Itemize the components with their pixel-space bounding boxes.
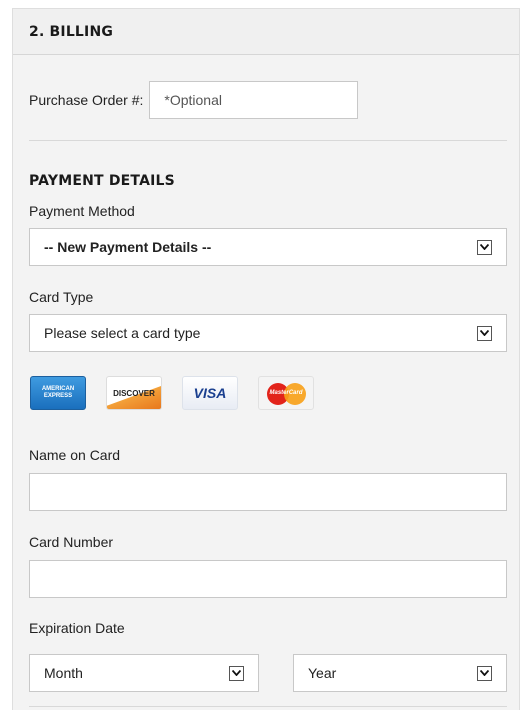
payment-details-title: PAYMENT DETAILS xyxy=(29,173,175,189)
card-type-label: Card Type xyxy=(29,289,94,305)
purchase-order-label: Purchase Order #: xyxy=(29,92,144,108)
name-on-card-label: Name on Card xyxy=(29,447,121,463)
mastercard-logo: MasterCard xyxy=(257,375,315,411)
chevron-down-icon xyxy=(477,239,492,255)
amex-logo: AMERICAN EXPRESS xyxy=(29,375,87,411)
payment-method-label: Payment Method xyxy=(29,203,135,219)
discover-logo: DISCOVER xyxy=(105,375,163,411)
section-header: 2. BILLING xyxy=(13,9,519,55)
divider xyxy=(29,140,507,141)
billing-panel: 2. BILLING Purchase Order #: PAYMENT DET… xyxy=(12,8,520,710)
visa-logo: VISA xyxy=(181,375,239,411)
chevron-down-icon xyxy=(477,665,492,681)
accepted-cards: AMERICAN EXPRESS DISCOVER VISA MasterCar… xyxy=(29,375,333,411)
month-value: Month xyxy=(44,665,83,681)
card-type-value: Please select a card type xyxy=(44,325,201,341)
purchase-order-input[interactable] xyxy=(149,81,359,119)
purchase-order-row: Purchase Order #: xyxy=(29,81,359,119)
name-on-card-input[interactable] xyxy=(29,473,507,511)
chevron-down-icon xyxy=(477,325,492,341)
expiration-date-label: Expiration Date xyxy=(29,620,125,636)
payment-method-value: -- New Payment Details -- xyxy=(44,239,212,255)
chevron-down-icon xyxy=(229,665,244,681)
card-number-label: Card Number xyxy=(29,534,114,550)
year-value: Year xyxy=(308,665,337,681)
divider xyxy=(29,706,507,707)
expiration-month-select[interactable]: Month xyxy=(29,654,259,692)
expiration-year-select[interactable]: Year xyxy=(293,654,507,692)
card-type-select[interactable]: Please select a card type xyxy=(29,314,507,352)
card-number-input[interactable] xyxy=(29,560,507,598)
payment-method-select[interactable]: -- New Payment Details -- xyxy=(29,228,507,266)
